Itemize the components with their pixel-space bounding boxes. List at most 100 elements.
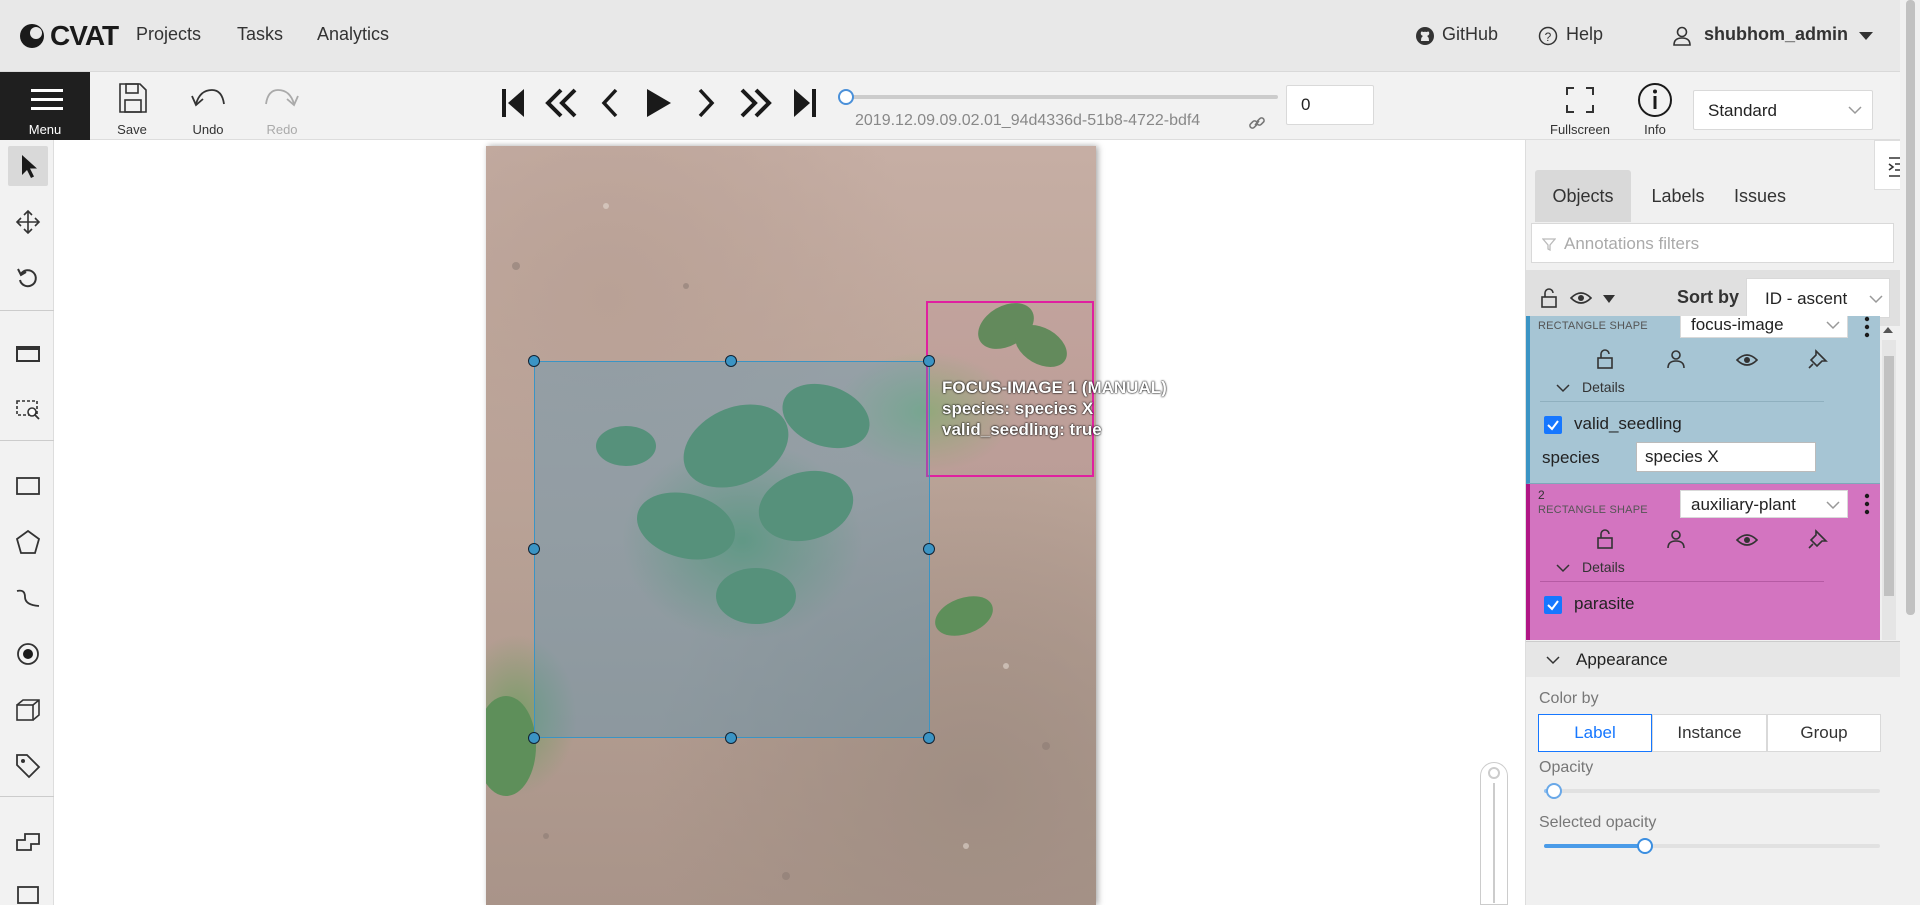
resize-handle[interactable] [725, 732, 737, 744]
zoom-slider-thumb[interactable] [1488, 767, 1500, 779]
annotation-toolbar: Menu Save Undo Redo 2019.12.09.09.02.01_… [0, 72, 1920, 140]
menu-label: Menu [28, 122, 62, 137]
frame-slider[interactable] [838, 89, 1282, 105]
resize-handle[interactable] [923, 543, 935, 555]
chevron-down-icon[interactable] [1556, 563, 1570, 573]
nav-tasks[interactable]: Tasks [237, 24, 283, 45]
help-link[interactable]: Help [1566, 24, 1603, 45]
resize-handle[interactable] [528, 355, 540, 367]
focus-image-box[interactable] [534, 361, 930, 738]
selected-opacity-label: Selected opacity [1539, 814, 1657, 831]
frame-slider-thumb[interactable] [838, 89, 854, 105]
fast-forward-icon[interactable] [738, 86, 774, 120]
merge-shapes-icon[interactable] [8, 822, 48, 862]
eye-icon[interactable] [1736, 352, 1758, 368]
details-toggle[interactable]: Details [1582, 379, 1625, 395]
pin-icon[interactable] [1808, 349, 1828, 369]
more-options-icon[interactable] [1864, 493, 1870, 515]
user-menu[interactable]: shubhom_admin [1704, 24, 1848, 45]
rotate-tool-icon[interactable] [8, 258, 48, 298]
fit-image-icon[interactable] [8, 334, 48, 374]
zoom-region-icon[interactable] [8, 390, 48, 430]
tab-objects[interactable]: Objects [1535, 170, 1631, 222]
species-label: species [1542, 448, 1600, 467]
workspace-select[interactable]: Standard [1693, 90, 1873, 130]
next-frame-icon[interactable] [694, 86, 718, 120]
redo-button[interactable]: Redo [258, 72, 306, 140]
lock-icon[interactable] [1596, 529, 1614, 549]
resize-handle[interactable] [923, 732, 935, 744]
first-frame-icon[interactable] [500, 86, 526, 120]
github-link[interactable]: GitHub [1442, 24, 1498, 45]
selected-opacity-slider-thumb[interactable] [1637, 838, 1653, 854]
eye-all-icon[interactable] [1570, 290, 1592, 306]
species-input[interactable]: species X [1636, 442, 1816, 472]
page-scrollbar[interactable] [1900, 0, 1920, 905]
resize-handle[interactable] [528, 543, 540, 555]
fast-backward-icon[interactable] [543, 86, 579, 120]
user-icon[interactable] [1666, 349, 1686, 369]
more-options-icon[interactable] [1864, 316, 1870, 338]
caret-down-icon[interactable] [1602, 294, 1616, 304]
frame-number-input[interactable]: 0 [1286, 85, 1374, 125]
object-item[interactable]: RECTANGLE SHAPE focus-image Details vali… [1526, 316, 1880, 484]
setup-tag-icon[interactable] [8, 746, 48, 786]
nav-projects[interactable]: Projects [136, 24, 201, 45]
resize-handle[interactable] [725, 355, 737, 367]
tab-labels[interactable]: Labels [1643, 170, 1713, 222]
sort-value: ID - ascent [1765, 289, 1848, 308]
selected-opacity-slider[interactable] [1544, 838, 1880, 854]
fullscreen-icon [1565, 86, 1595, 114]
draw-cuboid-icon[interactable] [8, 690, 48, 730]
parasite-checkbox[interactable] [1544, 596, 1562, 614]
eye-icon[interactable] [1736, 532, 1758, 548]
opacity-slider[interactable] [1544, 783, 1880, 799]
resize-handle[interactable] [923, 355, 935, 367]
undo-button[interactable]: Undo [184, 72, 232, 140]
link-icon[interactable] [1248, 114, 1266, 132]
draw-points-icon[interactable] [8, 634, 48, 674]
fullscreen-button[interactable]: Fullscreen [1550, 72, 1610, 140]
opacity-slider-thumb[interactable] [1546, 783, 1562, 799]
color-by-group-option[interactable]: Group [1767, 714, 1881, 752]
objects-scrollbar[interactable] [1882, 340, 1896, 640]
play-icon[interactable] [643, 86, 673, 120]
svg-text:?: ? [1545, 30, 1552, 44]
zoom-slider[interactable] [1480, 762, 1508, 905]
object-type: RECTANGLE SHAPE [1538, 320, 1648, 332]
lock-icon[interactable] [1596, 349, 1614, 369]
menu-button[interactable]: Menu [0, 72, 90, 140]
overlay-title: FOCUS-IMAGE 1 (MANUAL) [942, 378, 1167, 397]
draw-polyline-icon[interactable] [8, 578, 48, 618]
previous-frame-icon[interactable] [598, 86, 622, 120]
last-frame-icon[interactable] [792, 86, 818, 120]
objects-scrollbar-thumb[interactable] [1884, 356, 1894, 596]
draw-polygon-icon[interactable] [8, 522, 48, 562]
draw-rectangle-icon[interactable] [8, 466, 48, 506]
details-toggle[interactable]: Details [1582, 559, 1625, 575]
cursor-tool-icon[interactable] [8, 146, 48, 186]
appearance-header[interactable]: Appearance [1526, 641, 1920, 677]
user-icon[interactable] [1666, 529, 1686, 549]
sort-select[interactable]: ID - ascent [1746, 278, 1890, 318]
object-label-select[interactable]: auxiliary-plant [1680, 490, 1848, 518]
object-label-select[interactable]: focus-image [1680, 316, 1848, 338]
chevron-down-icon[interactable] [1556, 383, 1570, 393]
annotations-filter-input[interactable]: Annotations filters [1531, 223, 1894, 263]
color-by-label-option[interactable]: Label [1538, 714, 1652, 752]
object-item[interactable]: 2 RECTANGLE SHAPE auxiliary-plant Detail… [1526, 484, 1880, 640]
tab-issues[interactable]: Issues [1725, 170, 1795, 222]
caret-down-icon[interactable] [1858, 30, 1874, 42]
pin-icon[interactable] [1808, 529, 1828, 549]
color-by-instance-option[interactable]: Instance [1652, 714, 1767, 752]
brand-name: CVAT [50, 20, 119, 51]
page-scrollbar-thumb[interactable] [1906, 0, 1915, 615]
info-button[interactable]: Info [1632, 72, 1678, 140]
nav-analytics[interactable]: Analytics [317, 24, 389, 45]
valid-seedling-checkbox[interactable] [1544, 416, 1562, 434]
lock-all-icon[interactable] [1540, 288, 1558, 308]
move-tool-icon[interactable] [8, 202, 48, 242]
save-button[interactable]: Save [108, 72, 156, 140]
resize-handle[interactable] [528, 732, 540, 744]
group-shapes-icon[interactable] [16, 885, 42, 905]
